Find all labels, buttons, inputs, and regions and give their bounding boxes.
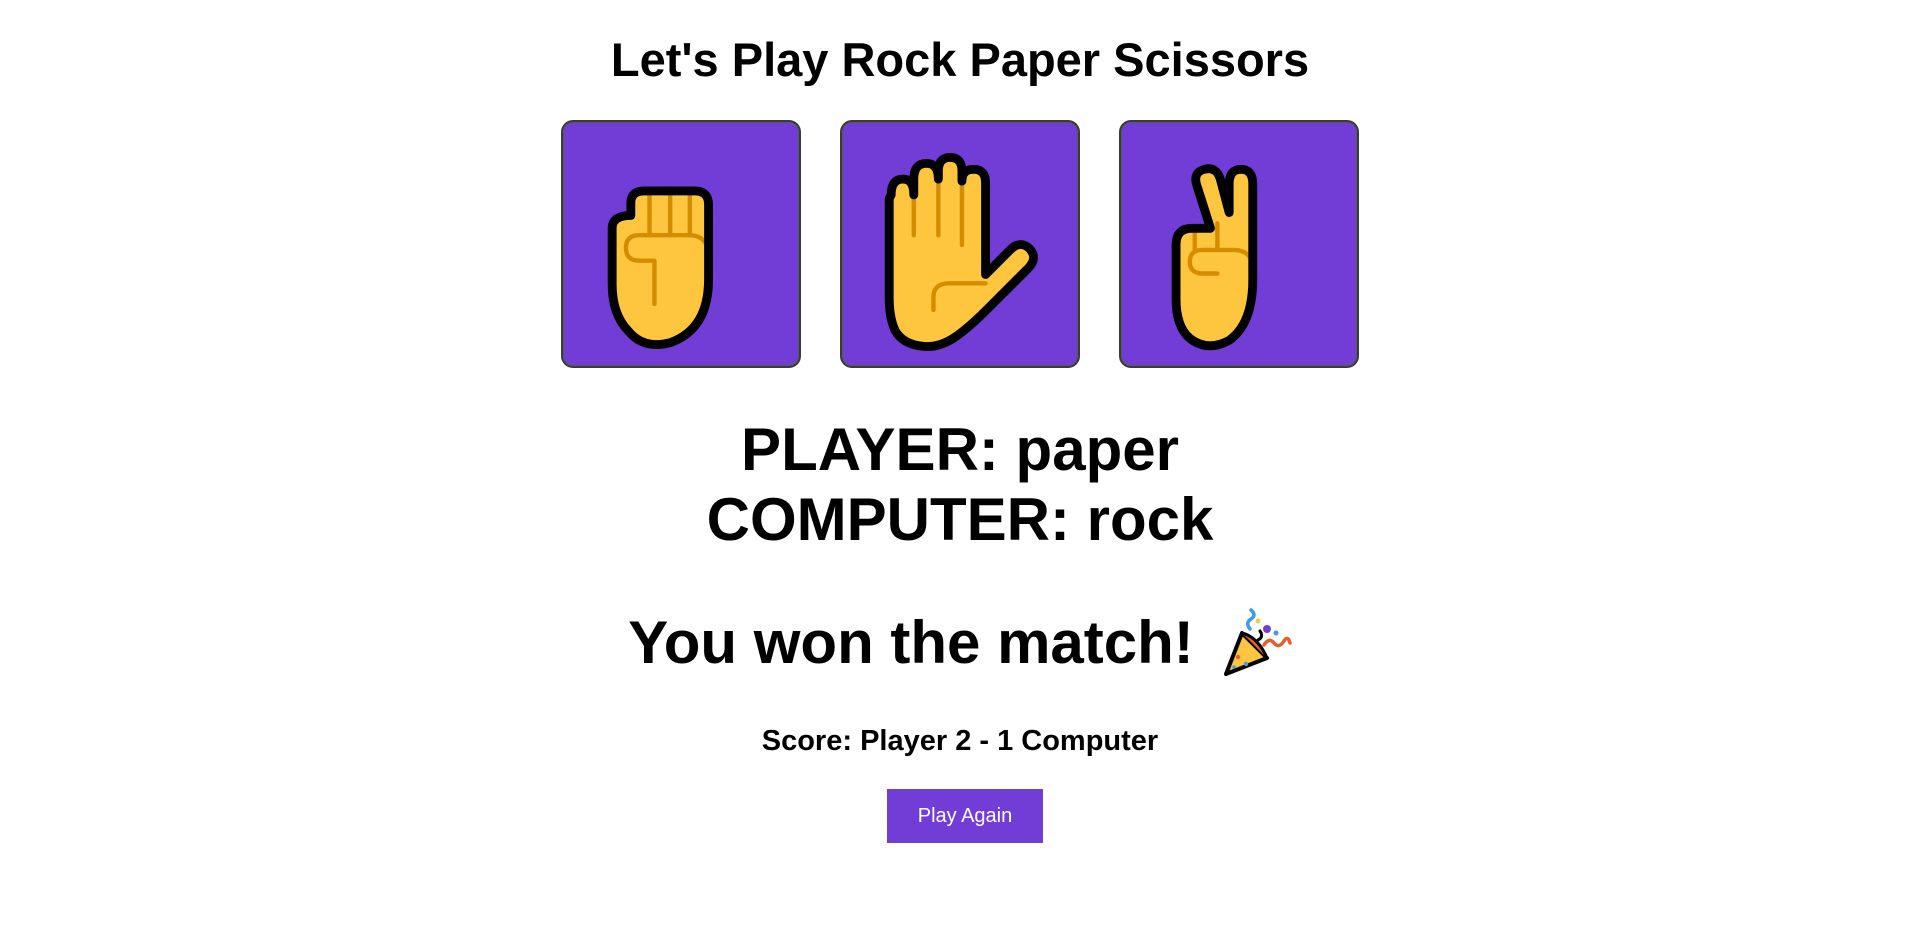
match-outcome: You won the match! [0, 605, 1920, 681]
game-page: Let's Play Rock Paper Scissors PLAYER: p… [0, 0, 1920, 930]
score-text: Score: Player 2 - 1 Computer [761, 725, 1159, 757]
raised-hand-icon [884, 153, 1038, 351]
play-again-button[interactable]: Play Again [887, 789, 1043, 843]
round-result: PLAYER: paper COMPUTER: rock [0, 415, 1920, 555]
rock-button[interactable] [561, 120, 801, 368]
player-choice-text: PLAYER: paper [741, 416, 1179, 483]
computer-choice-text: COMPUTER: rock [706, 486, 1214, 553]
outcome-message: You won the match! [628, 609, 1194, 676]
victory-hand-icon [1171, 164, 1258, 351]
choice-buttons [0, 120, 1920, 368]
paper-button[interactable] [840, 120, 1080, 368]
party-popper-icon [1220, 607, 1292, 679]
page-title: Let's Play Rock Paper Scissors [610, 33, 1310, 86]
scissors-button[interactable] [1119, 120, 1359, 368]
raised-fist-icon [607, 186, 713, 349]
